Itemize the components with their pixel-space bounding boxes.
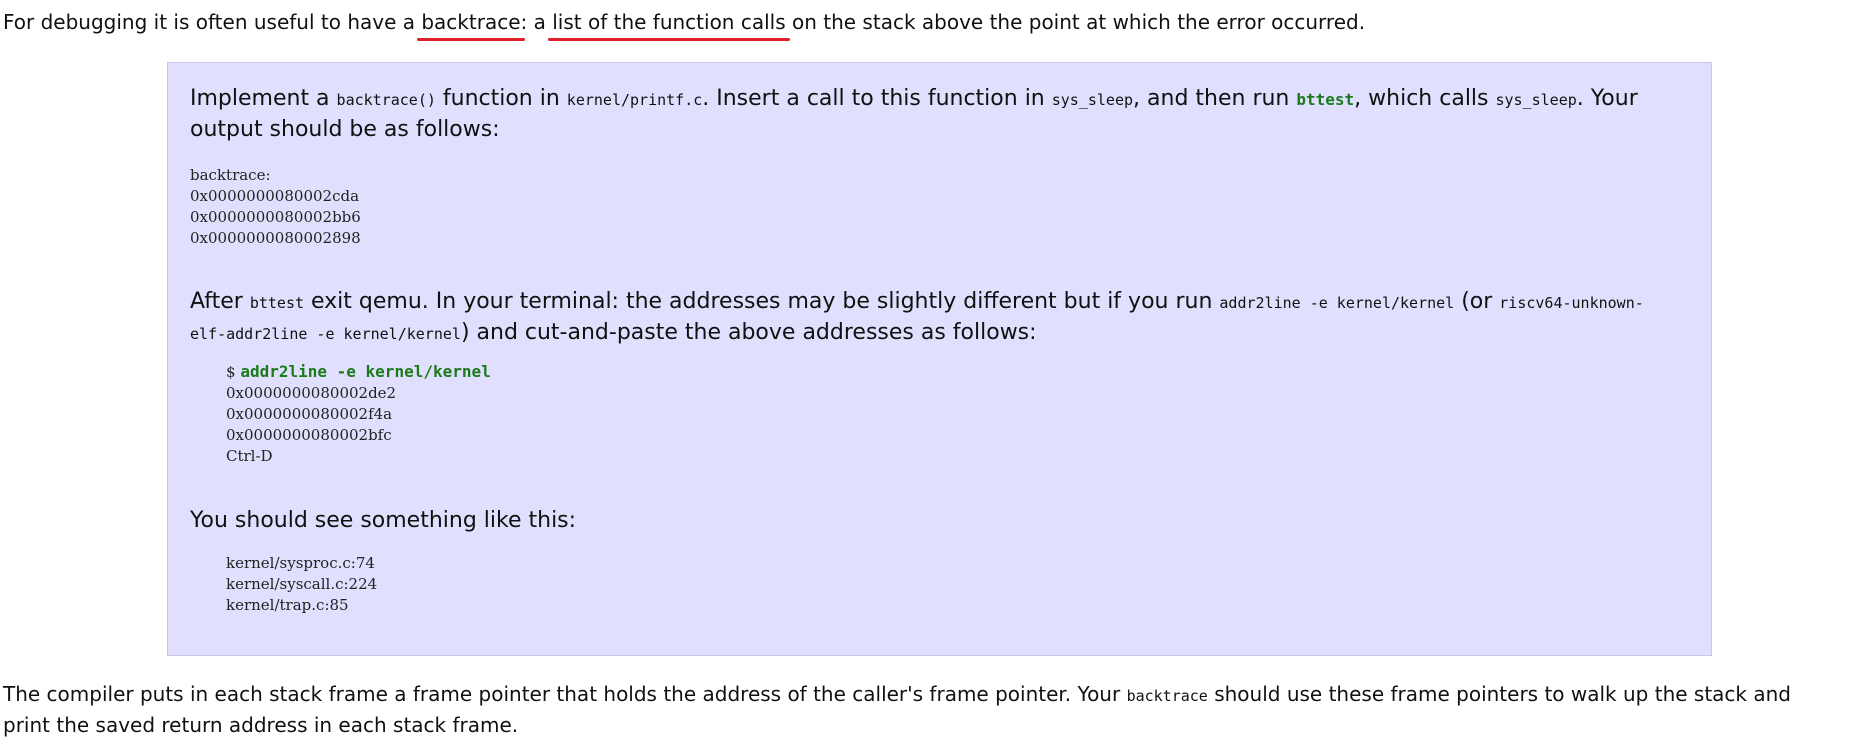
text: should use these frame pointers to walk … [1207, 682, 1791, 706]
result-line: kernel/sysproc.c:74 [226, 554, 375, 572]
intro-text-middle: : a [520, 10, 553, 34]
expected-result-label: You should see something like this: [190, 508, 577, 533]
code-backtrace: backtrace [1126, 687, 1208, 705]
backtrace-term-underlined: backtrace [417, 8, 525, 41]
output-line: backtrace: [190, 166, 271, 184]
code-sys-sleep: sys_sleep [1051, 91, 1134, 109]
text: Implement a [190, 86, 337, 111]
intro-text-before: For debugging it is often useful to have… [3, 10, 422, 34]
text: ) and cut-and-paste the above addresses … [460, 320, 1037, 345]
text: . Insert a call to this function in [702, 86, 1052, 111]
result-line: kernel/trap.c:85 [226, 596, 349, 614]
addr2line-instructions: After bttest exit qemu. In your terminal… [190, 287, 1670, 349]
backtrace-output-block: backtrace: 0x0000000080002cda 0x0000000080… [190, 165, 361, 249]
code-printf-file: kernel/printf.c [566, 91, 703, 109]
text: The compiler puts in each stack frame a … [3, 682, 1127, 706]
text: print the saved return address in each s… [3, 713, 519, 737]
input-line: Ctrl-D [226, 447, 273, 465]
assignment-instructions: Implement a backtrace() function in kern… [190, 84, 1670, 144]
command-line: $ addr2line -e kernel/kernel [226, 361, 491, 383]
text: After [190, 289, 250, 314]
output-line: 0x0000000080002bb6 [190, 208, 361, 226]
result-line: kernel/syscall.c:224 [226, 575, 378, 593]
code-backtrace-fn: backtrace() [336, 91, 436, 109]
code-bttest-2: bttest [249, 294, 305, 312]
frame-pointer-paragraph: The compiler puts in each stack frame a … [3, 680, 1791, 740]
input-line: 0x0000000080002bfc [226, 426, 392, 444]
shell-prompt: $ [226, 363, 241, 381]
input-line: 0x0000000080002de2 [226, 384, 397, 402]
code-sys-sleep-2: sys_sleep [1495, 91, 1577, 109]
text: , and then run [1133, 86, 1297, 111]
code-addr2line: addr2line -e kernel/kernel [1219, 294, 1455, 312]
input-line: 0x0000000080002f4a [226, 405, 393, 423]
text: , which calls [1354, 86, 1496, 111]
addr2line-command: addr2line -e kernel/kernel [240, 362, 491, 381]
addr2line-command-block: $ addr2line -e kernel/kernel 0x0000000080… [226, 361, 491, 467]
output-line: 0x0000000080002cda [190, 187, 360, 205]
code-bttest: bttest [1296, 90, 1355, 109]
text: exit qemu. In your terminal: the address… [304, 289, 1220, 314]
output-line: 0x0000000080002898 [190, 229, 361, 247]
intro-text-after: on the stack above the point at which th… [785, 10, 1366, 34]
intro-paragraph: For debugging it is often useful to have… [3, 8, 1366, 41]
function-calls-phrase-underlined: list of the function calls [548, 8, 791, 41]
text: (or [1454, 289, 1500, 314]
assignment-box: Implement a backtrace() function in kern… [167, 62, 1712, 656]
text: function in [435, 86, 567, 111]
expected-result-block: kernel/sysproc.c:74 kernel/syscall.c:224 k… [226, 553, 377, 616]
